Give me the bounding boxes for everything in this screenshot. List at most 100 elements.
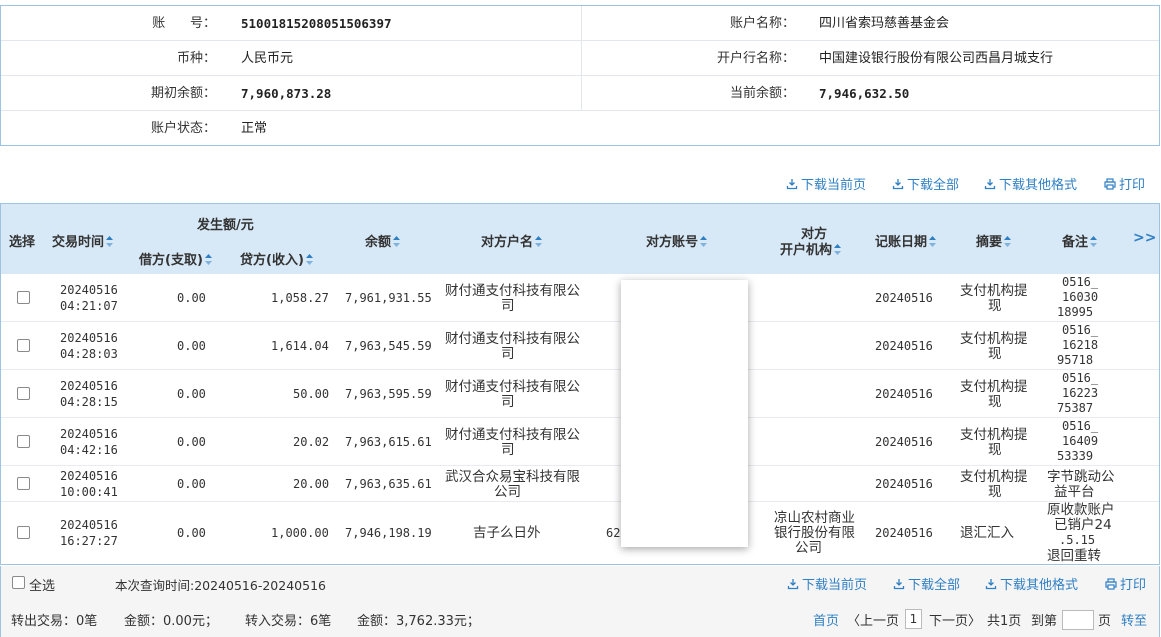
goto-button[interactable]: 转至 <box>1121 610 1147 629</box>
post-date: 20240516 <box>875 477 933 491</box>
col-select: 选择 <box>9 235 36 250</box>
col-post-date[interactable]: 记账日期 <box>875 231 937 250</box>
col-counterparty-name[interactable]: 对方户名 <box>481 231 543 250</box>
counterparty-name-line1: 财付通支付科技有限公 <box>445 379 580 395</box>
summary-line1: 支付机构提 <box>960 379 1028 395</box>
col-counterparty-bank-label: 开户机构 <box>780 243 833 258</box>
download-all-link[interactable]: 下载全部 <box>892 174 959 193</box>
download-icon <box>892 179 904 190</box>
col-remark-label: 备注 <box>1062 235 1089 250</box>
table-row[interactable]: 20240516 10:00:41 0.00 20.00 7,963,635.6… <box>1 466 1159 502</box>
remark-line2: 已销户24 <box>1054 517 1112 533</box>
tx-time: 04:28:15 <box>60 395 118 409</box>
row-checkbox[interactable] <box>17 339 30 352</box>
table-row[interactable]: 20240516 04:28:15 0.00 50.00 7,963,595.5… <box>1 370 1159 418</box>
debit-amount: 0.00 <box>177 339 206 353</box>
col-counterparty-name-label: 对方户名 <box>481 235 534 250</box>
counterparty-name-line2: 司 <box>501 346 515 362</box>
col-summary[interactable]: 摘要 <box>976 231 1012 250</box>
summary-line2: 现 <box>988 346 1002 362</box>
download-all-link[interactable]: 下载全部 <box>893 574 960 593</box>
print-link[interactable]: 打印 <box>1104 174 1145 193</box>
summary-line2: 现 <box>988 394 1002 410</box>
total-pages: 共1页 <box>987 614 1022 629</box>
download-icon <box>787 579 799 590</box>
account-number: 51001815208051506397 <box>241 16 392 31</box>
download-page-label: 下载当前页 <box>802 578 868 593</box>
counterparty-name-line2: 司 <box>501 298 515 314</box>
remark-line1: 0516_ <box>1062 371 1099 385</box>
table-row[interactable]: 20240516 16:27:27 0.00 1,000.00 7,946,19… <box>1 502 1159 564</box>
summary-line2: 现 <box>988 484 1002 500</box>
row-checkbox[interactable] <box>17 387 30 400</box>
balance-amount: 7,963,595.59 <box>345 387 432 401</box>
sort-icon <box>1090 236 1098 247</box>
counterparty-name: 吉子么日外 <box>473 525 541 541</box>
currency-row: 币种： 人民币元 开户行名称： 中国建设银行股份有限公司西昌月城支行 <box>1 41 1159 76</box>
next-page-link[interactable]: 下一页〉 <box>929 610 981 629</box>
row-checkbox[interactable] <box>17 291 30 304</box>
page-unit-label: 页 <box>1098 614 1112 629</box>
top-toolbar: 下载当前页 下载全部 下载其他格式 打印 <box>0 174 1161 193</box>
post-date: 20240516 <box>875 339 933 353</box>
print-label: 打印 <box>1119 178 1146 193</box>
table-header: 选择 交易时间 发生额/元 借方(支取) 贷方(收入) 余额 对方户名 对方账号… <box>1 204 1159 274</box>
sort-icon <box>106 236 114 247</box>
tx-date: 20240516 <box>60 469 118 483</box>
balance-amount: 7,963,615.61 <box>345 435 432 449</box>
table-row[interactable]: 20240516 04:28:03 0.00 1,614.04 7,963,54… <box>1 322 1159 370</box>
print-link[interactable]: 打印 <box>1105 574 1146 593</box>
balance-amount: 7,963,635.61 <box>345 477 432 491</box>
account-info-panel: 账 号： 51001815208051506397 账户名称： 四川省索玛慈善基… <box>0 5 1160 146</box>
download-icon <box>786 179 798 190</box>
download-page-link[interactable]: 下载当前页 <box>786 174 866 193</box>
remark-line3: 75387 <box>1057 401 1094 415</box>
credit-amount: 20.02 <box>293 435 330 449</box>
download-other-link[interactable]: 下载其他格式 <box>984 174 1077 193</box>
remark-line1: 0516_ <box>1062 323 1099 337</box>
summary: 退汇汇入 <box>960 525 1014 541</box>
col-time[interactable]: 交易时间 <box>52 231 114 250</box>
current-page-box[interactable]: 1 <box>905 609 922 629</box>
col-post-date-label: 记账日期 <box>875 235 928 250</box>
col-remark[interactable]: 备注 <box>1062 231 1098 250</box>
outgoing-amount: 金额：0.00元； <box>124 614 218 629</box>
incoming-count: 转入交易：6笔 <box>245 614 332 629</box>
sort-icon <box>535 236 543 247</box>
first-page-link[interactable]: 首页 <box>813 610 839 629</box>
account-number-row: 账 号： 51001815208051506397 账户名称： 四川省索玛慈善基… <box>1 6 1159 41</box>
row-checkbox[interactable] <box>17 435 30 448</box>
summary-line1: 支付机构提 <box>960 331 1028 347</box>
tx-date: 20240516 <box>60 283 118 297</box>
tx-time: 10:00:41 <box>60 485 118 499</box>
col-debit[interactable]: 借方(支取) <box>139 249 212 268</box>
remark-line2: 16409 <box>1062 434 1099 448</box>
remark-line3: .5.15 <box>1059 533 1096 547</box>
current-balance: 7,946,632.50 <box>819 86 910 101</box>
col-credit[interactable]: 贷方(收入) <box>240 249 313 268</box>
download-other-link[interactable]: 下载其他格式 <box>985 574 1078 593</box>
col-counterparty-account[interactable]: 对方账号 <box>646 231 708 250</box>
col-balance[interactable]: 余额 <box>365 231 401 250</box>
counterparty-name-line1: 财付通支付科技有限公 <box>445 427 580 443</box>
current-balance-label: 当前余额： <box>729 86 795 101</box>
account-name: 四川省索玛慈善基金会 <box>819 16 950 31</box>
counterparty-name-line2: 公司 <box>494 484 521 500</box>
goto-page-input[interactable] <box>1062 610 1094 630</box>
prev-page-link[interactable]: 〈上一页 <box>847 610 899 629</box>
balance-row: 期初余额： 7,960,873.28 当前余额： 7,946,632.50 <box>1 76 1159 111</box>
remark-line1: 0516_ <box>1062 275 1099 289</box>
row-checkbox[interactable] <box>17 477 30 490</box>
download-page-link[interactable]: 下载当前页 <box>787 574 867 593</box>
col-counterparty-bank[interactable]: 开户机构 <box>780 239 842 258</box>
table-row[interactable]: 20240516 04:21:07 0.00 1,058.27 7,961,93… <box>1 274 1159 322</box>
row-checkbox[interactable] <box>17 526 30 539</box>
download-all-label: 下载全部 <box>908 578 961 593</box>
opening-balance: 7,960,873.28 <box>241 86 332 101</box>
table-row[interactable]: 20240516 04:42:16 0.00 20.02 7,963,615.6… <box>1 418 1159 466</box>
counterparty-name-line1: 财付通支付科技有限公 <box>445 283 580 299</box>
post-date: 20240516 <box>875 435 933 449</box>
col-credit-label: 贷方(收入) <box>240 253 304 268</box>
more-columns-button[interactable]: >> <box>1133 230 1156 246</box>
remark-line2: 益平台 <box>1054 484 1095 500</box>
